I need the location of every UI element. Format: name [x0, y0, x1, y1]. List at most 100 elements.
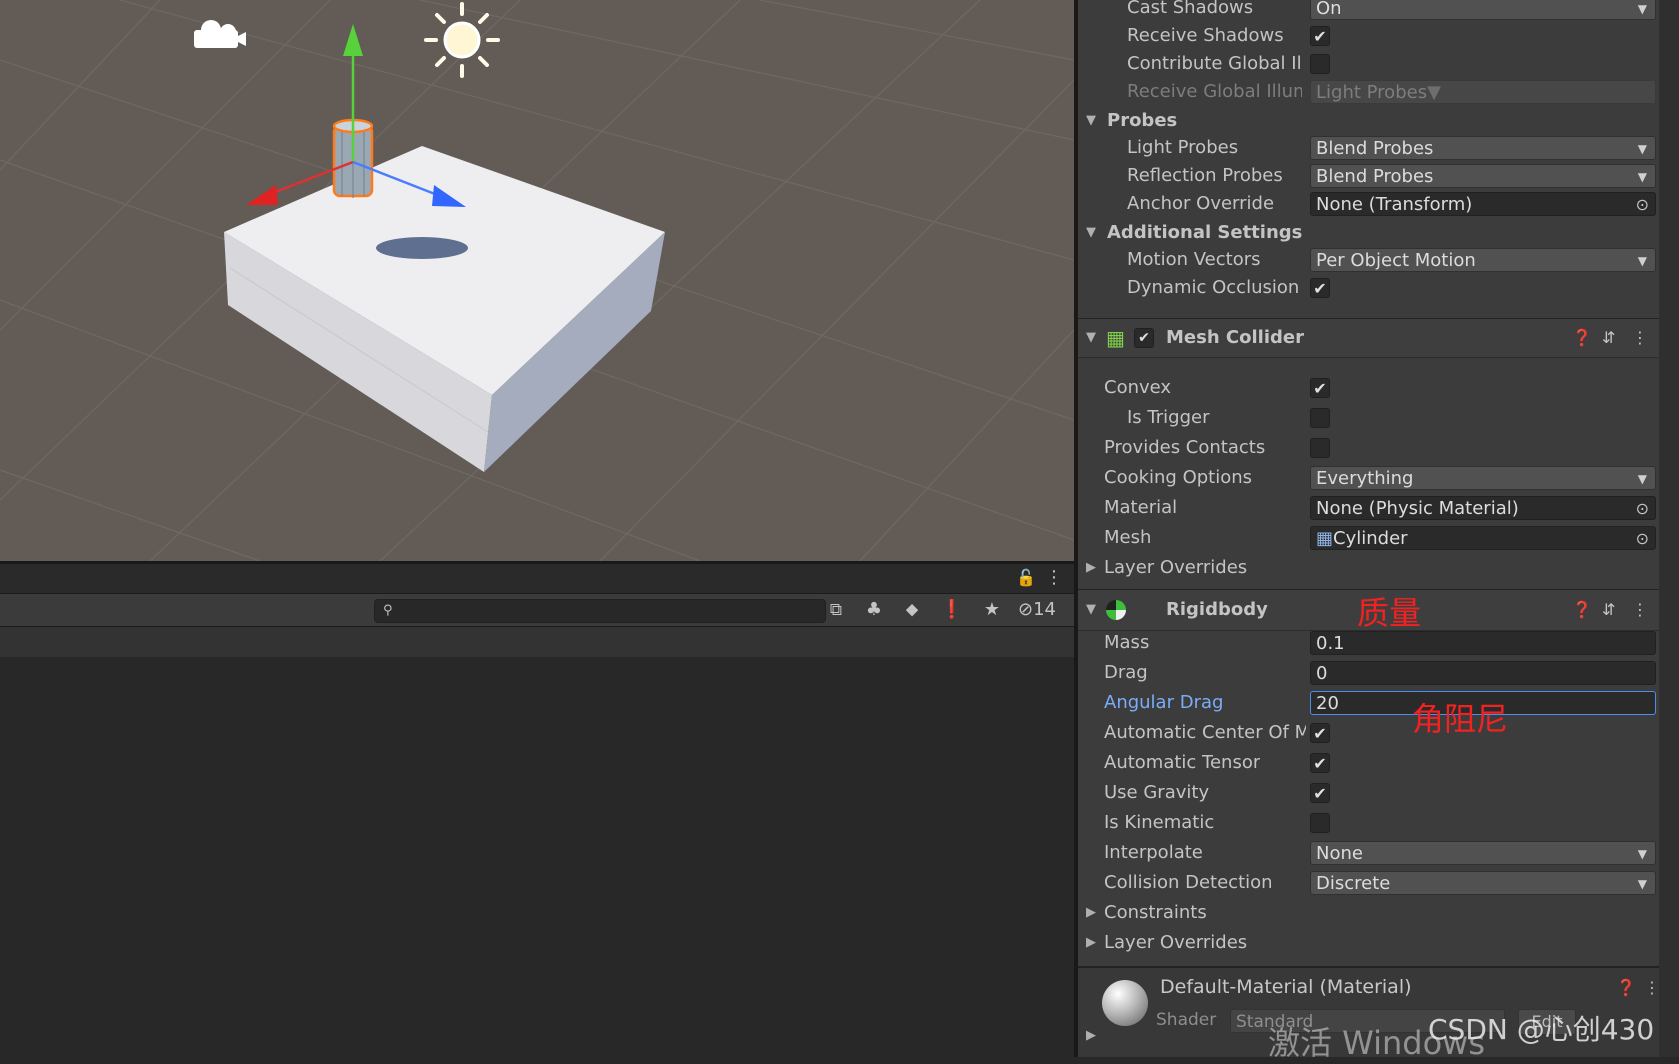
- object-picker-icon[interactable]: ⊙: [1636, 527, 1649, 549]
- chevron-down-icon: ▼: [1637, 254, 1647, 268]
- auto-com-checkbox[interactable]: ✔: [1310, 723, 1330, 743]
- help-icon[interactable]: ❓: [1616, 978, 1636, 997]
- mesh-collider-icon: ▦: [1106, 326, 1125, 350]
- camera-icon[interactable]: [194, 20, 246, 48]
- help-icon[interactable]: ❓: [1572, 590, 1592, 630]
- collision-detection-dropdown[interactable]: Discrete ▼: [1310, 871, 1656, 895]
- search-input[interactable]: ⚲: [374, 599, 826, 623]
- receive-gi-row: Receive Global Illum Light Probes▼: [1078, 77, 1658, 107]
- expand-triangle-icon: ▼: [1086, 113, 1096, 128]
- anchor-override-label: Anchor Override: [1127, 193, 1275, 214]
- cast-shadows-label: Cast Shadows: [1127, 0, 1254, 18]
- expand-triangle-icon: ▶: [1086, 935, 1096, 950]
- interpolate-row: Interpolate None ▼: [1078, 838, 1658, 868]
- expand-triangle-icon: ▼: [1086, 330, 1096, 345]
- visibility-off-icon: ⊘: [1018, 599, 1034, 620]
- cast-shadows-row: Cast Shadows On ▼: [1078, 0, 1658, 23]
- lock-icon[interactable]: 🔓: [1012, 564, 1040, 592]
- chevron-down-icon: ▼: [1637, 142, 1647, 156]
- motion-vectors-dropdown[interactable]: Per Object Motion ▼: [1310, 248, 1656, 272]
- contribute-gi-checkbox[interactable]: [1310, 54, 1330, 74]
- tag-icon[interactable]: ⬥: [898, 596, 926, 624]
- mass-input[interactable]: 0.1: [1310, 631, 1656, 655]
- provides-contacts-checkbox[interactable]: [1310, 438, 1330, 458]
- motion-vectors-label: Motion Vectors: [1127, 249, 1261, 270]
- drag-input[interactable]: 0: [1310, 661, 1656, 685]
- warning-icon[interactable]: ❗: [938, 596, 966, 624]
- help-icon[interactable]: ❓: [1572, 319, 1592, 357]
- presets-icon[interactable]: ⇵: [1602, 590, 1615, 630]
- reflection-probes-dropdown[interactable]: Blend Probes ▼: [1310, 164, 1656, 188]
- collision-detection-label: Collision Detection: [1104, 872, 1273, 893]
- receive-gi-dropdown: Light Probes▼: [1310, 80, 1656, 104]
- drag-label: Drag: [1104, 662, 1148, 683]
- probes-section-header[interactable]: ▼ Probes: [1078, 106, 1658, 136]
- provides-contacts-label: Provides Contacts: [1104, 437, 1266, 458]
- light-probes-dropdown[interactable]: Blend Probes ▼: [1310, 136, 1656, 160]
- component-menu-icon[interactable]: ⋮: [1644, 978, 1660, 997]
- object-shadow: [376, 237, 468, 259]
- component-menu-icon[interactable]: ⋮: [1632, 590, 1648, 630]
- scene-canvas[interactable]: [0, 0, 1074, 561]
- mesh-row: Mesh ▦Cylinder ⊙: [1078, 523, 1658, 553]
- chevron-down-icon: ▼: [1637, 2, 1647, 16]
- cooking-options-label: Cooking Options: [1104, 467, 1253, 488]
- rigidbody-title: Rigidbody: [1166, 599, 1268, 620]
- anchor-override-row: Anchor Override None (Transform) ⊙: [1078, 189, 1658, 219]
- use-gravity-checkbox[interactable]: ✔: [1310, 783, 1330, 803]
- shapes-filter-icon[interactable]: ♣: [860, 596, 888, 624]
- bottom-panel: 🔓 ⋮ ⚲ ⧉ ♣ ⬥ ❗ ★ ⊘14: [0, 564, 1074, 1057]
- favorite-star-icon[interactable]: ★: [978, 596, 1006, 624]
- cast-shadows-dropdown[interactable]: On ▼: [1310, 0, 1656, 20]
- presets-icon[interactable]: ⇵: [1602, 319, 1615, 357]
- anchor-override-field[interactable]: None (Transform) ⊙: [1310, 192, 1656, 216]
- chevron-down-icon: ▼: [1637, 847, 1647, 861]
- probes-title: Probes: [1107, 110, 1178, 131]
- inspector-scrollbar[interactable]: [1659, 0, 1679, 1057]
- motion-vectors-row: Motion Vectors Per Object Motion ▼: [1078, 245, 1658, 275]
- rigidbody-icon: [1106, 600, 1126, 620]
- directional-light-icon[interactable]: [424, 2, 500, 78]
- scene-view[interactable]: [0, 0, 1074, 561]
- angular-drag-label: Angular Drag: [1104, 692, 1224, 713]
- list-item[interactable]: [0, 627, 1074, 657]
- contribute-gi-label: Contribute Global Illu: [1127, 53, 1302, 74]
- hidden-count[interactable]: ⊘14: [1018, 596, 1056, 624]
- mesh-field[interactable]: ▦Cylinder ⊙: [1310, 526, 1656, 550]
- auto-tensor-checkbox[interactable]: ✔: [1310, 753, 1330, 773]
- is-kinematic-checkbox[interactable]: [1310, 813, 1330, 833]
- constraints-row[interactable]: ▶ Constraints: [1078, 898, 1658, 928]
- is-kinematic-label: Is Kinematic: [1104, 812, 1215, 833]
- csdn-watermark: CSDN @心创430: [1428, 1013, 1655, 1046]
- mesh-collider-header[interactable]: ▼ ▦ ✔ Mesh Collider ❓ ⇵ ⋮: [1078, 318, 1679, 358]
- expand-triangle-icon: ▼: [1086, 602, 1096, 617]
- dynamic-occlusion-checkbox[interactable]: ✔: [1310, 278, 1330, 298]
- is-trigger-row: Is Trigger: [1078, 403, 1658, 433]
- object-picker-icon[interactable]: ⊙: [1636, 193, 1649, 215]
- expand-triangle-icon[interactable]: ▶: [1086, 1028, 1096, 1043]
- interpolate-dropdown[interactable]: None ▼: [1310, 841, 1656, 865]
- scene-search-icon[interactable]: ⧉: [822, 596, 850, 624]
- component-menu-icon[interactable]: ⋮: [1632, 319, 1648, 357]
- drag-row: Drag 0: [1078, 658, 1658, 688]
- rb-layer-overrides-row[interactable]: ▶ Layer Overrides: [1078, 928, 1658, 958]
- is-trigger-checkbox[interactable]: [1310, 408, 1330, 428]
- additional-settings-header[interactable]: ▼ Additional Settings: [1078, 218, 1658, 248]
- receive-shadows-checkbox[interactable]: ✔: [1310, 26, 1330, 46]
- chevron-down-icon: ▼: [1637, 170, 1647, 184]
- mesh-collider-enabled-checkbox[interactable]: ✔: [1134, 328, 1154, 348]
- convex-checkbox[interactable]: ✔: [1310, 378, 1330, 398]
- cooking-options-row: Cooking Options Everything ▼: [1078, 463, 1658, 493]
- panel-menu-icon[interactable]: ⋮: [1040, 564, 1068, 592]
- mass-annotation: 质量: [1357, 594, 1422, 632]
- object-picker-icon[interactable]: ⊙: [1636, 497, 1649, 519]
- panel-tab-bar: 🔓 ⋮: [0, 564, 1074, 594]
- material-row: Material None (Physic Material) ⊙: [1078, 493, 1658, 523]
- cooking-options-dropdown[interactable]: Everything ▼: [1310, 466, 1656, 490]
- physic-material-field[interactable]: None (Physic Material) ⊙: [1310, 496, 1656, 520]
- mass-label: Mass: [1104, 632, 1150, 653]
- auto-tensor-row: Automatic Tensor ✔: [1078, 748, 1658, 778]
- layer-overrides-row[interactable]: ▶ Layer Overrides: [1078, 553, 1658, 583]
- auto-tensor-label: Automatic Tensor: [1104, 752, 1261, 773]
- chevron-down-icon: ▼: [1637, 472, 1647, 486]
